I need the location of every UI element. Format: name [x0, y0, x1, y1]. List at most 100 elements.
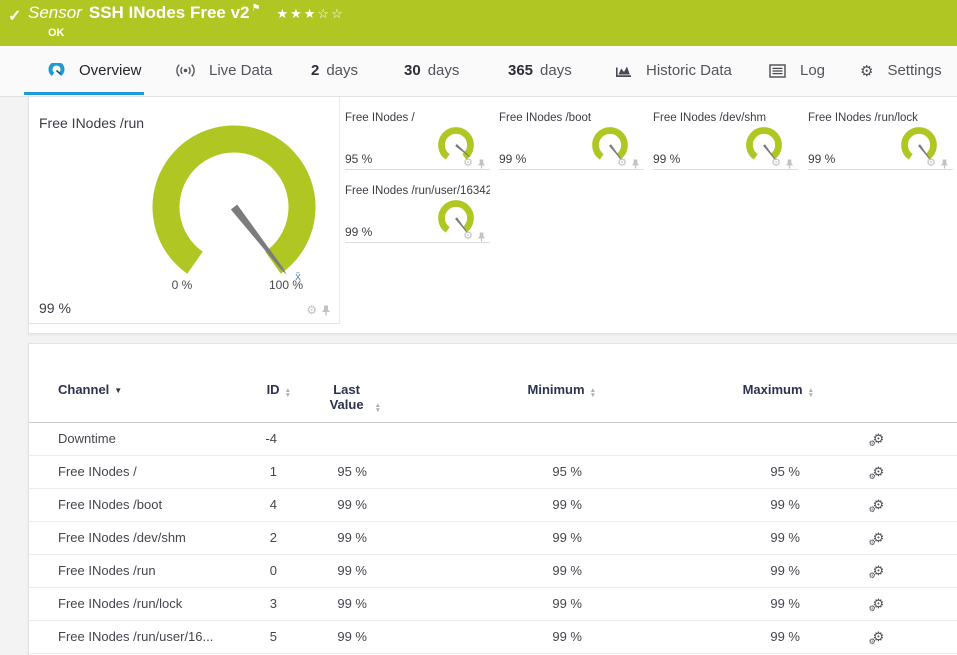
panel-actions: ⚙	[306, 304, 331, 316]
sort-icon: ▲ ▼	[374, 402, 381, 414]
gear-icon[interactable]: ⚙	[463, 158, 473, 169]
channel-last-value: 99 %	[277, 521, 367, 555]
column-header-channel[interactable]: Channel ▼	[29, 344, 219, 423]
channel-minimum: 99 %	[367, 620, 582, 654]
ok-check-icon: ✓	[8, 8, 22, 25]
table-row: Free INodes /dev/shm 2 99 % 99 % 99 % ⚙ ⚙	[29, 521, 957, 555]
channel-id: 4	[219, 488, 277, 522]
pin-icon[interactable]	[940, 159, 949, 169]
channel-settings-icon[interactable]: ⚙ ⚙	[869, 531, 885, 547]
gear-icon[interactable]: ⚙	[306, 304, 317, 316]
channel-name: Free INodes /boot	[29, 488, 219, 522]
pin-icon[interactable]	[477, 159, 486, 169]
priority-stars[interactable]: ★★★☆☆	[276, 6, 344, 21]
channel-id: 2	[219, 521, 277, 555]
pin-icon[interactable]	[477, 232, 486, 242]
column-header-actions	[800, 344, 957, 423]
column-header-minimum[interactable]: Minimum ▲ ▼	[367, 344, 596, 423]
gear-icon[interactable]: ⚙	[926, 158, 936, 169]
tab-2-days[interactable]: 2 days	[311, 46, 358, 95]
channel-name: Free INodes /run/user/16...	[29, 620, 219, 654]
sort-icon: ▲ ▼	[284, 387, 291, 399]
live-data-icon	[176, 64, 195, 77]
tab-settings[interactable]: ⚙ Settings	[860, 46, 942, 95]
mini-gauge-panel[interactable]: Free INodes /run/user/16342... 99 % ⚙	[345, 185, 490, 243]
table-header-row: Channel ▼ ID ▲ ▼ Last Value ▲ ▼ Minimum ▲ ▼ Max…	[29, 344, 957, 423]
column-header-maximum[interactable]: Maximum ▲ ▼	[582, 344, 814, 423]
pin-icon[interactable]	[631, 159, 640, 169]
tab-label: Live Data	[209, 62, 273, 79]
tab-bar: Overview Live Data 2 days 30 days 365 days …	[0, 46, 957, 97]
gauge-value: 99 %	[499, 152, 527, 166]
channel-settings-icon[interactable]: ⚙ ⚙	[869, 465, 885, 481]
channel-last-value: 99 %	[277, 554, 367, 588]
channel-settings-icon[interactable]: ⚙ ⚙	[869, 432, 885, 448]
gear-icon[interactable]: ⚙	[617, 158, 627, 169]
mini-gauge-panel[interactable]: Free INodes /boot 99 % ⚙	[499, 112, 644, 170]
panel-actions: ⚙	[926, 158, 949, 169]
channel-minimum: 99 %	[367, 587, 582, 621]
panel-actions: ⚙	[463, 158, 486, 169]
channel-minimum: 95 %	[367, 455, 582, 489]
channel-settings-icon[interactable]: ⚙ ⚙	[869, 597, 885, 613]
channel-settings-icon[interactable]: ⚙ ⚙	[869, 498, 885, 514]
channel-minimum: 99 %	[367, 521, 582, 555]
channel-maximum: 95 %	[582, 455, 800, 489]
tab-30-days[interactable]: 30 days	[404, 46, 459, 95]
channel-last-value: 99 %	[277, 488, 367, 522]
sort-icon: ▲ ▼	[589, 387, 596, 399]
channel-last-value: 99 %	[277, 587, 367, 621]
mini-gauge-panel[interactable]: Free INodes /dev/shm 99 % ⚙	[653, 112, 798, 170]
panel-actions: ⚙	[771, 158, 794, 169]
pin-icon[interactable]	[785, 159, 794, 169]
status-badge: OK	[48, 27, 65, 39]
gauge-value: 99 %	[808, 152, 836, 166]
channel-maximum	[582, 422, 800, 456]
table-row: Downtime -4 ⚙ ⚙	[29, 422, 957, 456]
channel-settings-icon[interactable]: ⚙ ⚙	[869, 630, 885, 646]
channel-name: Free INodes /	[29, 455, 219, 489]
pin-icon[interactable]	[321, 305, 331, 316]
sort-icon: ▲ ▼	[807, 387, 814, 399]
channel-id: 3	[219, 587, 277, 621]
sensor-status-header: ✓ Sensor SSH INodes Free v2 ⚑ ★★★☆☆ OK	[0, 0, 957, 46]
flag-icon[interactable]: ⚑	[252, 3, 261, 14]
gear-icon[interactable]: ⚙	[463, 231, 473, 242]
channel-id: 1	[219, 455, 277, 489]
gear-icon[interactable]: ⚙	[771, 158, 781, 169]
gauge-icon	[48, 63, 65, 77]
channel-last-value: 95 %	[277, 455, 367, 489]
sensor-kind-label: Sensor	[28, 3, 82, 22]
gauge-value: 95 %	[345, 152, 373, 166]
column-header-last-value[interactable]: Last Value ▲ ▼	[277, 344, 381, 423]
channel-maximum: 99 %	[582, 587, 800, 621]
table-row: Free INodes /run/lock 3 99 % 99 % 99 % ⚙…	[29, 587, 957, 621]
channel-maximum: 99 %	[582, 554, 800, 588]
channels-table-panel: Channel ▼ ID ▲ ▼ Last Value ▲ ▼ Minimum ▲ ▼ Max…	[28, 343, 957, 655]
channel-settings-icon[interactable]: ⚙ ⚙	[869, 564, 885, 580]
channel-name: Free INodes /run/lock	[29, 587, 219, 621]
mini-gauge-panel[interactable]: Free INodes / 95 % ⚙	[345, 112, 490, 170]
gauge-value: 99 %	[39, 300, 71, 316]
mini-gauge-panel[interactable]: Free INodes /run/lock 99 % ⚙	[808, 112, 953, 170]
column-header-id[interactable]: ID ▲ ▼	[219, 344, 291, 423]
primary-gauge-panel[interactable]: Free INodes /run 0 % 100 % x̄ 99 % ⚙	[29, 97, 340, 324]
tab-label: Overview	[79, 62, 142, 79]
tab-live-data[interactable]: Live Data	[176, 46, 272, 95]
tab-overview[interactable]: Overview	[24, 46, 144, 95]
primary-gauge: 0 % 100 % x̄	[152, 125, 316, 292]
page-title: SSH INodes Free v2	[88, 3, 250, 22]
gauge-title: Free INodes /	[345, 112, 415, 124]
channel-maximum: 99 %	[582, 521, 800, 555]
tab-historic-data[interactable]: Historic Data	[615, 46, 732, 95]
channel-name: Free INodes /run	[29, 554, 219, 588]
tab-log[interactable]: Log	[769, 46, 825, 95]
tab-365-days[interactable]: 365 days	[508, 46, 572, 95]
channel-minimum: 99 %	[367, 554, 582, 588]
panel-actions: ⚙	[463, 231, 486, 242]
panel-actions: ⚙	[617, 158, 640, 169]
gauge-value: 99 %	[653, 152, 681, 166]
tab-label: Historic Data	[646, 62, 732, 79]
sensor-title-line: Sensor SSH INodes Free v2 ⚑ ★★★☆☆	[28, 3, 345, 23]
channel-id: 5	[219, 620, 277, 654]
